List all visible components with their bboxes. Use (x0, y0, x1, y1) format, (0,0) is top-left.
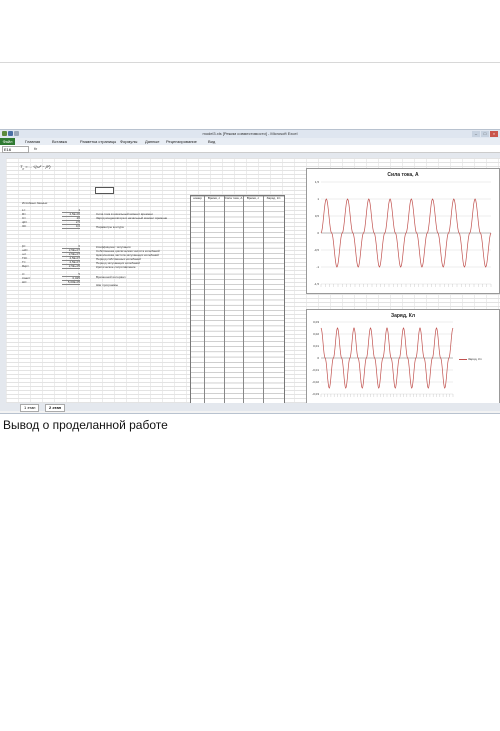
table-col-divider (204, 196, 205, 403)
table-header-time-2: Время, с (246, 196, 260, 200)
table-header-current: Сила тока, А (224, 196, 243, 200)
table-header-charge: Заряд, Кл (266, 196, 281, 200)
table-col-divider (224, 196, 225, 403)
selected-cell-marker (95, 187, 114, 194)
blank-area (0, 438, 500, 731)
tab-home[interactable]: Главная (25, 138, 40, 145)
formula-bar: E16 fx (0, 145, 500, 153)
file-tab[interactable]: Файл (0, 138, 15, 145)
tab-page-layout[interactable]: Разметка страницы (80, 138, 116, 145)
legend-label: Заряд, Кл (468, 357, 482, 361)
excel-logo-icon (2, 131, 7, 136)
param-value[interactable]: 5,00E-05 (62, 280, 80, 285)
table-header-time: Время, с (207, 196, 221, 200)
param-name: Rкр= (22, 264, 29, 268)
y-tick-label: 1,5 (315, 180, 320, 184)
y-tick-label: 0 (317, 231, 319, 235)
top-divider (0, 62, 500, 63)
minimize-button[interactable]: – (472, 131, 480, 137)
table-col-divider (243, 196, 244, 403)
tab-formulas[interactable]: Формулы (120, 138, 137, 145)
param-value[interactable]: 2,5E+05 (62, 264, 80, 269)
caption-text: Вывод о проделанной работе (3, 418, 168, 432)
y-tick-label: -1 (316, 265, 319, 269)
undo-icon[interactable] (14, 131, 19, 136)
quick-access-toolbar (2, 131, 19, 136)
y-tick-label: 1 (317, 197, 319, 201)
param-name: Δt= (22, 280, 27, 284)
y-tick-label: 0,01 (313, 344, 319, 348)
current-chart-plot: 1,5 1 0,5 0 -0,5 -1 -1,5 (314, 180, 492, 287)
name-box[interactable]: E16 (2, 146, 29, 153)
current-chart[interactable]: Сила тока, А 1,5 1 0,5 0 -0,5 -1 -1,5 (306, 168, 500, 294)
param-name: I0= (22, 224, 27, 228)
sheet-tab-1[interactable]: 1 этап (20, 404, 40, 412)
desc-1: Заряд конденсатора в начальный момент вр… (96, 216, 168, 220)
excel-screenshot: model3.xls [Режим совместимости] - Micro… (0, 129, 500, 414)
results-table[interactable]: номер Время, с Сила тока, А Время, с Зар… (190, 195, 285, 404)
y-tick-label: -0,03 (312, 392, 319, 396)
desc-10: Шаг программы (96, 283, 119, 287)
y-tick-label: 0,02 (313, 332, 319, 336)
sheet-tabs-bar: 1 этап 2 этап (0, 403, 500, 412)
initial-data-title: Исходные данные (22, 201, 48, 205)
formula-image: Tc = ... √(ω² − β²) (20, 164, 51, 171)
charge-chart-legend: Заряд, Кл (459, 357, 482, 361)
table-col-divider (263, 196, 264, 403)
y-tick-label: 0,03 (313, 320, 319, 324)
y-tick-label: -1,5 (314, 282, 320, 286)
y-tick-label: 0 (317, 356, 319, 360)
sheet-tab-2[interactable]: 2 этап (45, 404, 66, 412)
title-bar: model3.xls [Режим совместимости] - Micro… (0, 130, 500, 138)
tab-review[interactable]: Рецензирование (166, 138, 197, 145)
param-value[interactable]: 0,0 (62, 224, 80, 229)
desc-2: Параметры контура (96, 225, 124, 229)
charge-chart[interactable]: Заряд, Кл 0,03 0,02 0,01 0 -0,01 -0,02 -0,03 З… (306, 309, 500, 405)
maximize-button[interactable]: □ (481, 131, 489, 137)
y-tick-label: -0,02 (312, 380, 319, 384)
y-tick-label: 0,5 (315, 214, 320, 218)
ribbon-tabs: Файл Главная Вставка Разметка страницы Ф… (0, 138, 500, 145)
desc-9: Временной интервал (96, 275, 126, 279)
desc-8: Критическое сопротивление (96, 265, 136, 269)
table-header-number: номер (193, 196, 202, 200)
tab-insert[interactable]: Вставка (52, 138, 67, 145)
fx-icon[interactable]: fx (34, 145, 37, 152)
window-title: model3.xls [Режим совместимости] - Micro… (202, 131, 298, 136)
tab-view[interactable]: Вид (208, 138, 215, 145)
y-tick-label: -0,5 (314, 248, 320, 252)
close-button[interactable]: × (490, 131, 498, 137)
tab-data[interactable]: Данные (145, 138, 159, 145)
save-icon[interactable] (8, 131, 13, 136)
legend-line-icon (459, 358, 467, 360)
y-tick-label: -0,01 (312, 368, 319, 372)
